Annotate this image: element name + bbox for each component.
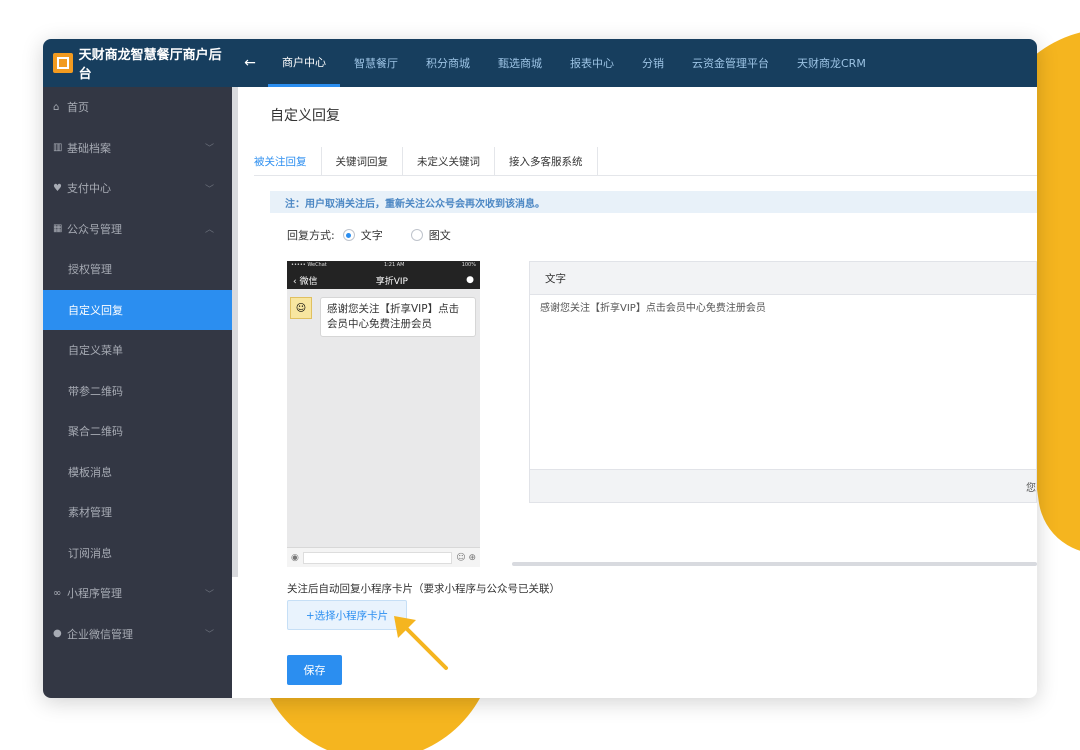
tab-follow-reply[interactable]: 被关注回复 — [254, 147, 322, 176]
sidebar: ⌂ 首页 ▥ 基础档案 ﹀ ♥ 支付中心 ﹀ ▦ 公众号管理 ︿ 授权管理 自定… — [43, 87, 232, 698]
chevron-down-icon: ﹀ — [204, 630, 214, 641]
phone-signal: ••••• WeChat — [291, 262, 327, 268]
save-button[interactable]: 保存 — [287, 655, 342, 685]
nav-smart-restaurant[interactable]: 智慧餐厅 — [340, 39, 412, 87]
sidebar-item-label: 小程序管理 — [67, 587, 122, 601]
radio-image-text-label[interactable]: 图文 — [429, 227, 451, 243]
archive-icon: ▥ — [53, 142, 63, 154]
chevron-down-icon: ﹀ — [204, 589, 214, 600]
phone-back-label: 微信 — [299, 276, 318, 287]
editor-footer: 您 — [530, 469, 1036, 502]
phone-input-bar: ◉ ☺ ⊕ — [287, 547, 480, 567]
sidebar-item-label: 企业微信管理 — [67, 627, 133, 641]
sidebar-item-label: 公众号管理 — [67, 222, 122, 236]
sidebar-item-archive[interactable]: ▥ 基础档案 ﹀ — [43, 128, 232, 169]
sidebar-item-label: 支付中心 — [67, 182, 111, 196]
sidebar-item-official-account[interactable]: ▦ 公众号管理 ︿ — [43, 209, 232, 250]
pointer-arrow-icon — [394, 616, 448, 670]
sidebar-item-mini-program[interactable]: ∞ 小程序管理 ﹀ — [43, 573, 232, 614]
nav-merchant-center[interactable]: 商户中心 — [268, 39, 340, 87]
page-title: 自定义回复 — [270, 108, 340, 124]
home-icon: ⌂ — [53, 101, 60, 113]
phone-time: 1:21 AM — [383, 262, 405, 268]
phone-back: ‹ 微信 — [293, 276, 318, 287]
sidebar-item-label: 首页 — [67, 101, 89, 115]
phone-status-bar: ••••• WeChat 1:21 AM 100% — [287, 261, 480, 271]
sidebar-item-wecom[interactable]: ● 企业微信管理 ﹀ — [43, 614, 232, 655]
mini-program-label: 关注后自动回复小程序卡片（要求小程序与公众号已关联） — [287, 583, 560, 595]
official-account-icon: ▦ — [53, 223, 63, 235]
nav-cloud-fund[interactable]: 云资金管理平台 — [678, 39, 783, 87]
phone-input-box — [302, 551, 453, 564]
wecom-icon: ● — [53, 628, 62, 640]
reply-editor: 文字 感谢您关注【折享VIP】点击会员中心免费注册会员 您 — [529, 261, 1037, 503]
top-nav: 商户中心 智慧餐厅 积分商城 甄选商城 报表中心 分销 云资金管理平台 天财商龙… — [268, 39, 880, 87]
sidebar-item-subscribe-message[interactable]: 订阅消息 — [43, 533, 232, 574]
phone-title: 享折VIP — [375, 276, 408, 287]
select-mini-program-button[interactable]: +选择小程序卡片 — [287, 600, 407, 630]
sidebar-scrollbar[interactable] — [232, 87, 238, 577]
top-navigation-bar: 天财商龙智慧餐厅商户后台 ← 商户中心 智慧餐厅 积分商城 甄选商城 报表中心 … — [43, 39, 1037, 87]
sidebar-item-label: 基础档案 — [67, 141, 111, 155]
phone-preview: ••••• WeChat 1:21 AM 100% ‹ 微信 享折VIP ● ☺… — [287, 261, 480, 567]
sidebar-item-aggregate-qrcode[interactable]: 聚合二维码 — [43, 411, 232, 452]
sidebar-item-material[interactable]: 素材管理 — [43, 492, 232, 533]
brand-title: 天财商龙智慧餐厅商户后台 — [78, 48, 222, 82]
person-icon: ● — [466, 275, 474, 285]
radio-image-text[interactable] — [410, 229, 423, 241]
sidebar-item-payment[interactable]: ♥ 支付中心 ﹀ — [43, 168, 232, 209]
tab-undefined-keyword[interactable]: 未定义关键词 — [403, 147, 495, 176]
nav-distribution[interactable]: 分销 — [628, 39, 678, 87]
nav-crm[interactable]: 天财商龙CRM — [783, 39, 880, 87]
emoji-icon: ☺ ⊕ — [456, 552, 476, 563]
editor-footer-text: 您 — [1026, 482, 1036, 494]
screenshot-stage: 天财商龙智慧餐厅商户后台 ← 商户中心 智慧餐厅 积分商城 甄选商城 报表中心 … — [0, 0, 1080, 750]
payment-icon: ♥ — [53, 182, 62, 194]
mini-program-icon: ∞ — [53, 587, 62, 599]
nav-selected-mall[interactable]: 甄选商城 — [484, 39, 556, 87]
chat-message: ☺ 感谢您关注【折享VIP】点击会员中心免费注册会员 — [290, 297, 476, 337]
sidebar-item-template-message[interactable]: 模板消息 — [43, 452, 232, 493]
sidebar-item-param-qrcode[interactable]: 带参二维码 — [43, 371, 232, 412]
phone-battery: 100% — [461, 262, 476, 268]
sidebar-item-custom-menu[interactable]: 自定义菜单 — [43, 330, 232, 371]
chat-bubble: 感谢您关注【折享VIP】点击会员中心免费注册会员 — [320, 297, 476, 337]
chevron-down-icon: ﹀ — [204, 184, 214, 195]
notice-banner: 注：用户取消关注后，重新关注公众号会再次收到该消息。 — [270, 191, 1037, 213]
phone-nav-bar: ‹ 微信 享折VIP ● — [287, 271, 480, 289]
voice-icon: ◉ — [291, 552, 299, 563]
sidebar-item-custom-reply[interactable]: 自定义回复 — [43, 289, 232, 330]
nav-report-center[interactable]: 报表中心 — [556, 39, 628, 87]
back-arrow-icon[interactable]: ← — [232, 55, 268, 71]
app-window: 天财商龙智慧餐厅商户后台 ← 商户中心 智慧餐厅 积分商城 甄选商城 报表中心 … — [43, 39, 1037, 698]
radio-text-label[interactable]: 文字 — [361, 227, 383, 243]
radio-text[interactable] — [342, 229, 355, 241]
brand-logo-icon — [53, 53, 73, 73]
horizontal-scrollbar[interactable] — [512, 562, 1037, 566]
sidebar-item-home[interactable]: ⌂ 首页 — [43, 87, 232, 128]
reply-mode: 回复方式: 文字 图文 — [287, 227, 451, 243]
tab-customer-service[interactable]: 接入多客服系统 — [495, 147, 598, 176]
editor-header: 文字 — [530, 262, 1036, 295]
reply-textarea[interactable]: 感谢您关注【折享VIP】点击会员中心免费注册会员 — [530, 295, 1036, 469]
brand[interactable]: 天财商龙智慧餐厅商户后台 — [43, 39, 232, 87]
tab-keyword-reply[interactable]: 关键词回复 — [322, 147, 403, 176]
sidebar-item-auth[interactable]: 授权管理 — [43, 249, 232, 290]
chevron-down-icon: ﹀ — [204, 144, 214, 155]
nav-points-mall[interactable]: 积分商城 — [412, 39, 484, 87]
main-content: 自定义回复 被关注回复 关键词回复 未定义关键词 接入多客服系统 注：用户取消关… — [254, 87, 1037, 698]
reply-mode-label: 回复方式: — [287, 229, 335, 242]
chevron-up-icon: ︿ — [204, 225, 214, 236]
avatar: ☺ — [290, 297, 312, 319]
reply-tabs: 被关注回复 关键词回复 未定义关键词 接入多客服系统 — [254, 147, 1037, 176]
